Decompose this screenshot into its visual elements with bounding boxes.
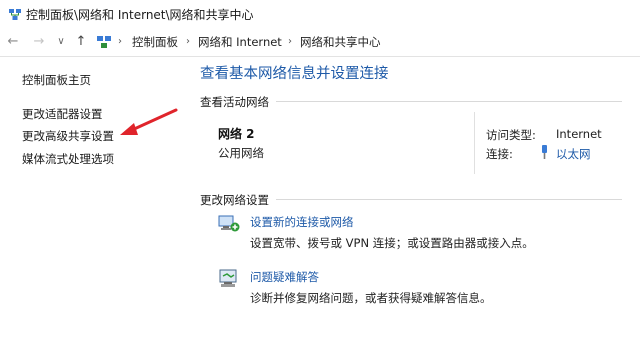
forward-arrow-icon: → xyxy=(33,34,45,49)
up-button[interactable]: ↑ xyxy=(72,32,90,52)
sidebar-item-change-adapter-settings[interactable]: 更改适配器设置 xyxy=(22,106,103,122)
network-center-icon xyxy=(9,9,21,20)
access-type-value: Internet xyxy=(556,127,602,141)
network-name: 网络 2 xyxy=(218,127,255,141)
back-arrow-icon: ← xyxy=(7,34,19,49)
column-divider xyxy=(474,112,475,174)
connection-label: 连接: xyxy=(486,147,513,161)
sidebar-item-advanced-sharing-settings[interactable]: 更改高级共享设置 xyxy=(22,128,114,144)
forward-button[interactable]: → xyxy=(30,32,48,52)
access-type-label: 访问类型: xyxy=(486,128,536,142)
setup-new-connection-link[interactable]: 设置新的连接或网络 xyxy=(250,214,354,230)
change-settings-heading: 更改网络设置 xyxy=(200,193,269,207)
chevron-down-icon: ∨ xyxy=(57,36,65,47)
troubleshoot-problems-description: 诊断并修复网络问题，或者获得疑难解答信息。 xyxy=(250,291,492,305)
window-title: 控制面板\网络和 Internet\网络和共享中心 xyxy=(26,8,254,22)
troubleshoot-problems-link[interactable]: 问题疑难解答 xyxy=(250,269,319,285)
active-networks-heading: 查看活动网络 xyxy=(200,95,269,109)
setup-new-connection-description: 设置宽带、拨号或 VPN 连接；或设置路由器或接入点。 xyxy=(250,236,534,250)
breadcrumb-network-internet[interactable]: 网络和 Internet xyxy=(198,34,282,50)
up-arrow-icon: ↑ xyxy=(75,34,87,49)
ethernet-icon xyxy=(542,145,547,159)
annotation-arrow-icon xyxy=(120,108,178,135)
back-button[interactable]: ← xyxy=(4,32,22,52)
troubleshoot-icon xyxy=(219,269,237,287)
address-divider xyxy=(0,56,640,57)
connection-ethernet-link[interactable]: 以太网 xyxy=(556,146,591,162)
breadcrumb-sharing-center[interactable]: 网络和共享中心 xyxy=(300,34,381,50)
network-type: 公用网络 xyxy=(218,146,264,160)
section-divider xyxy=(276,101,622,102)
new-connection-icon xyxy=(218,215,240,232)
sidebar-item-media-streaming-options[interactable]: 媒体流式处理选项 xyxy=(22,151,114,167)
sidebar-item-control-panel-home[interactable]: 控制面板主页 xyxy=(22,72,91,88)
breadcrumb-separator: › xyxy=(288,36,292,47)
control-panel-icon xyxy=(97,36,111,48)
breadcrumb-separator: › xyxy=(186,36,190,47)
section-divider xyxy=(276,199,622,200)
breadcrumb-separator: › xyxy=(118,36,122,47)
page-title: 查看基本网络信息并设置连接 xyxy=(200,66,389,82)
breadcrumb-control-panel[interactable]: 控制面板 xyxy=(132,34,178,50)
recent-locations-button[interactable]: ∨ xyxy=(52,32,70,52)
